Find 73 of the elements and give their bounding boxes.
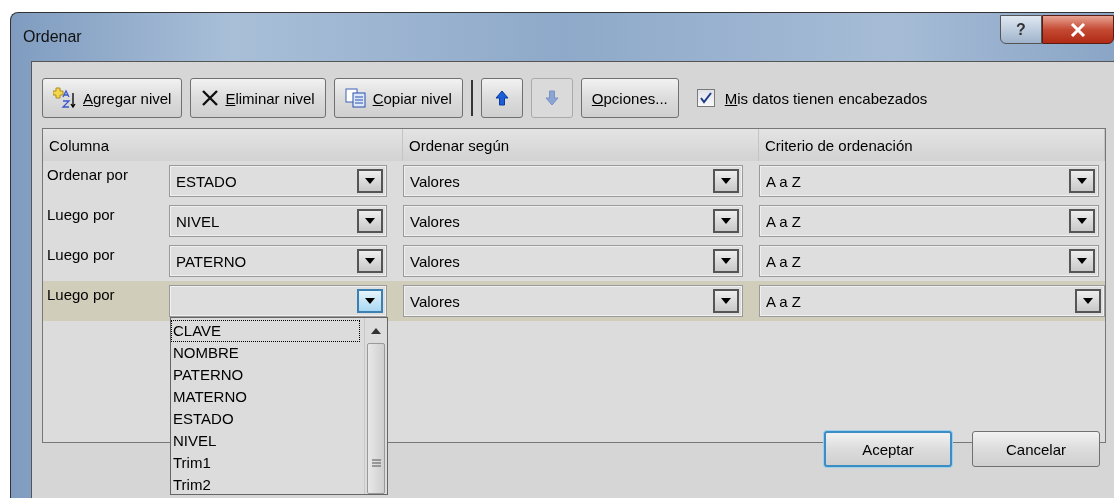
list-item[interactable]: CLAVE: [171, 320, 360, 342]
add-sort-icon: [53, 87, 77, 109]
list-item[interactable]: Trim1: [171, 452, 364, 474]
caret-icon: [1077, 258, 1087, 264]
column-select[interactable]: [169, 285, 387, 317]
dropdown-button[interactable]: [357, 209, 383, 233]
dropdown-button[interactable]: [357, 289, 383, 313]
scroll-up-icon: [371, 328, 381, 335]
caret-icon: [721, 258, 731, 264]
checkbox[interactable]: [696, 89, 715, 107]
dropdown-button[interactable]: [1069, 249, 1095, 273]
sort-on-select[interactable]: Valores: [403, 205, 743, 237]
ok-button[interactable]: Aceptar: [824, 431, 952, 467]
dropdown-button[interactable]: [1069, 169, 1095, 193]
dropdown-button[interactable]: [1075, 289, 1101, 313]
cross-icon: [201, 89, 220, 107]
row-label: Ordenar por: [46, 165, 129, 183]
caret-icon: [365, 258, 375, 264]
sort-on-select[interactable]: Valores: [403, 245, 743, 277]
checkmark-icon: [699, 92, 712, 104]
order-select[interactable]: A a Z: [759, 165, 1099, 197]
list-item[interactable]: NOMBRE: [171, 342, 364, 364]
caret-icon: [365, 178, 375, 184]
column-header: Criterio de ordenación: [759, 129, 1105, 161]
caret-icon: [1083, 298, 1093, 304]
close-icon: [1070, 22, 1086, 37]
cancel-button[interactable]: Cancelar: [972, 431, 1100, 467]
caret-icon: [721, 298, 731, 304]
options-button[interactable]: Opciones...: [580, 78, 679, 118]
up-arrow-icon: [494, 90, 509, 106]
caret-icon: [721, 178, 731, 184]
column-select[interactable]: PATERNO: [169, 245, 387, 277]
column-header: Ordenar según: [403, 129, 759, 161]
dropdown-button[interactable]: [713, 209, 739, 233]
dropdown-button[interactable]: [713, 249, 739, 273]
grip-icon: [371, 459, 381, 468]
caret-icon: [365, 298, 375, 304]
caret-icon: [1077, 218, 1087, 224]
caret-icon: [1077, 178, 1087, 184]
column-header: Columna: [43, 129, 403, 161]
order-select[interactable]: A a Z: [759, 245, 1099, 277]
caret-icon: [365, 218, 375, 224]
order-select[interactable]: A a Z: [759, 285, 1105, 317]
dropdown-button[interactable]: [713, 289, 739, 313]
dropdown-button[interactable]: [357, 249, 383, 273]
list-item[interactable]: PATERNO: [171, 364, 364, 386]
list-item[interactable]: NIVEL: [171, 430, 364, 452]
row-label: Luego por: [46, 245, 116, 263]
dropdown-button[interactable]: [713, 169, 739, 193]
copy-level-button[interactable]: Copiar nivel: [333, 78, 463, 118]
order-select[interactable]: A a Z: [759, 205, 1099, 237]
help-button[interactable]: ?: [1000, 15, 1042, 44]
caret-icon: [721, 218, 731, 224]
row-label: Luego por: [46, 205, 116, 223]
add-level-button[interactable]: Agregar nivel: [42, 78, 183, 118]
delete-level-button[interactable]: Eliminar nivel: [190, 78, 326, 118]
column-select[interactable]: ESTADO: [169, 165, 387, 197]
column-select[interactable]: NIVEL: [169, 205, 387, 237]
dropdown-button[interactable]: [1069, 209, 1095, 233]
row-label: Luego por: [46, 285, 116, 303]
scrollbar-thumb[interactable]: [367, 342, 385, 494]
list-item[interactable]: Trim2: [171, 474, 364, 494]
copy-icon: [344, 88, 367, 108]
window-title: Ordenar: [23, 28, 82, 46]
sort-on-select[interactable]: Valores: [403, 285, 743, 317]
list-item[interactable]: ESTADO: [171, 408, 364, 430]
sort-on-select[interactable]: Valores: [403, 165, 743, 197]
list-item[interactable]: MATERNO: [171, 386, 364, 408]
dropdown-button[interactable]: [357, 169, 383, 193]
close-button[interactable]: [1042, 15, 1114, 44]
down-arrow-icon: [544, 90, 559, 106]
move-up-button[interactable]: [480, 78, 523, 118]
checkbox-label: Mis datos tienen encabezados: [724, 89, 928, 107]
